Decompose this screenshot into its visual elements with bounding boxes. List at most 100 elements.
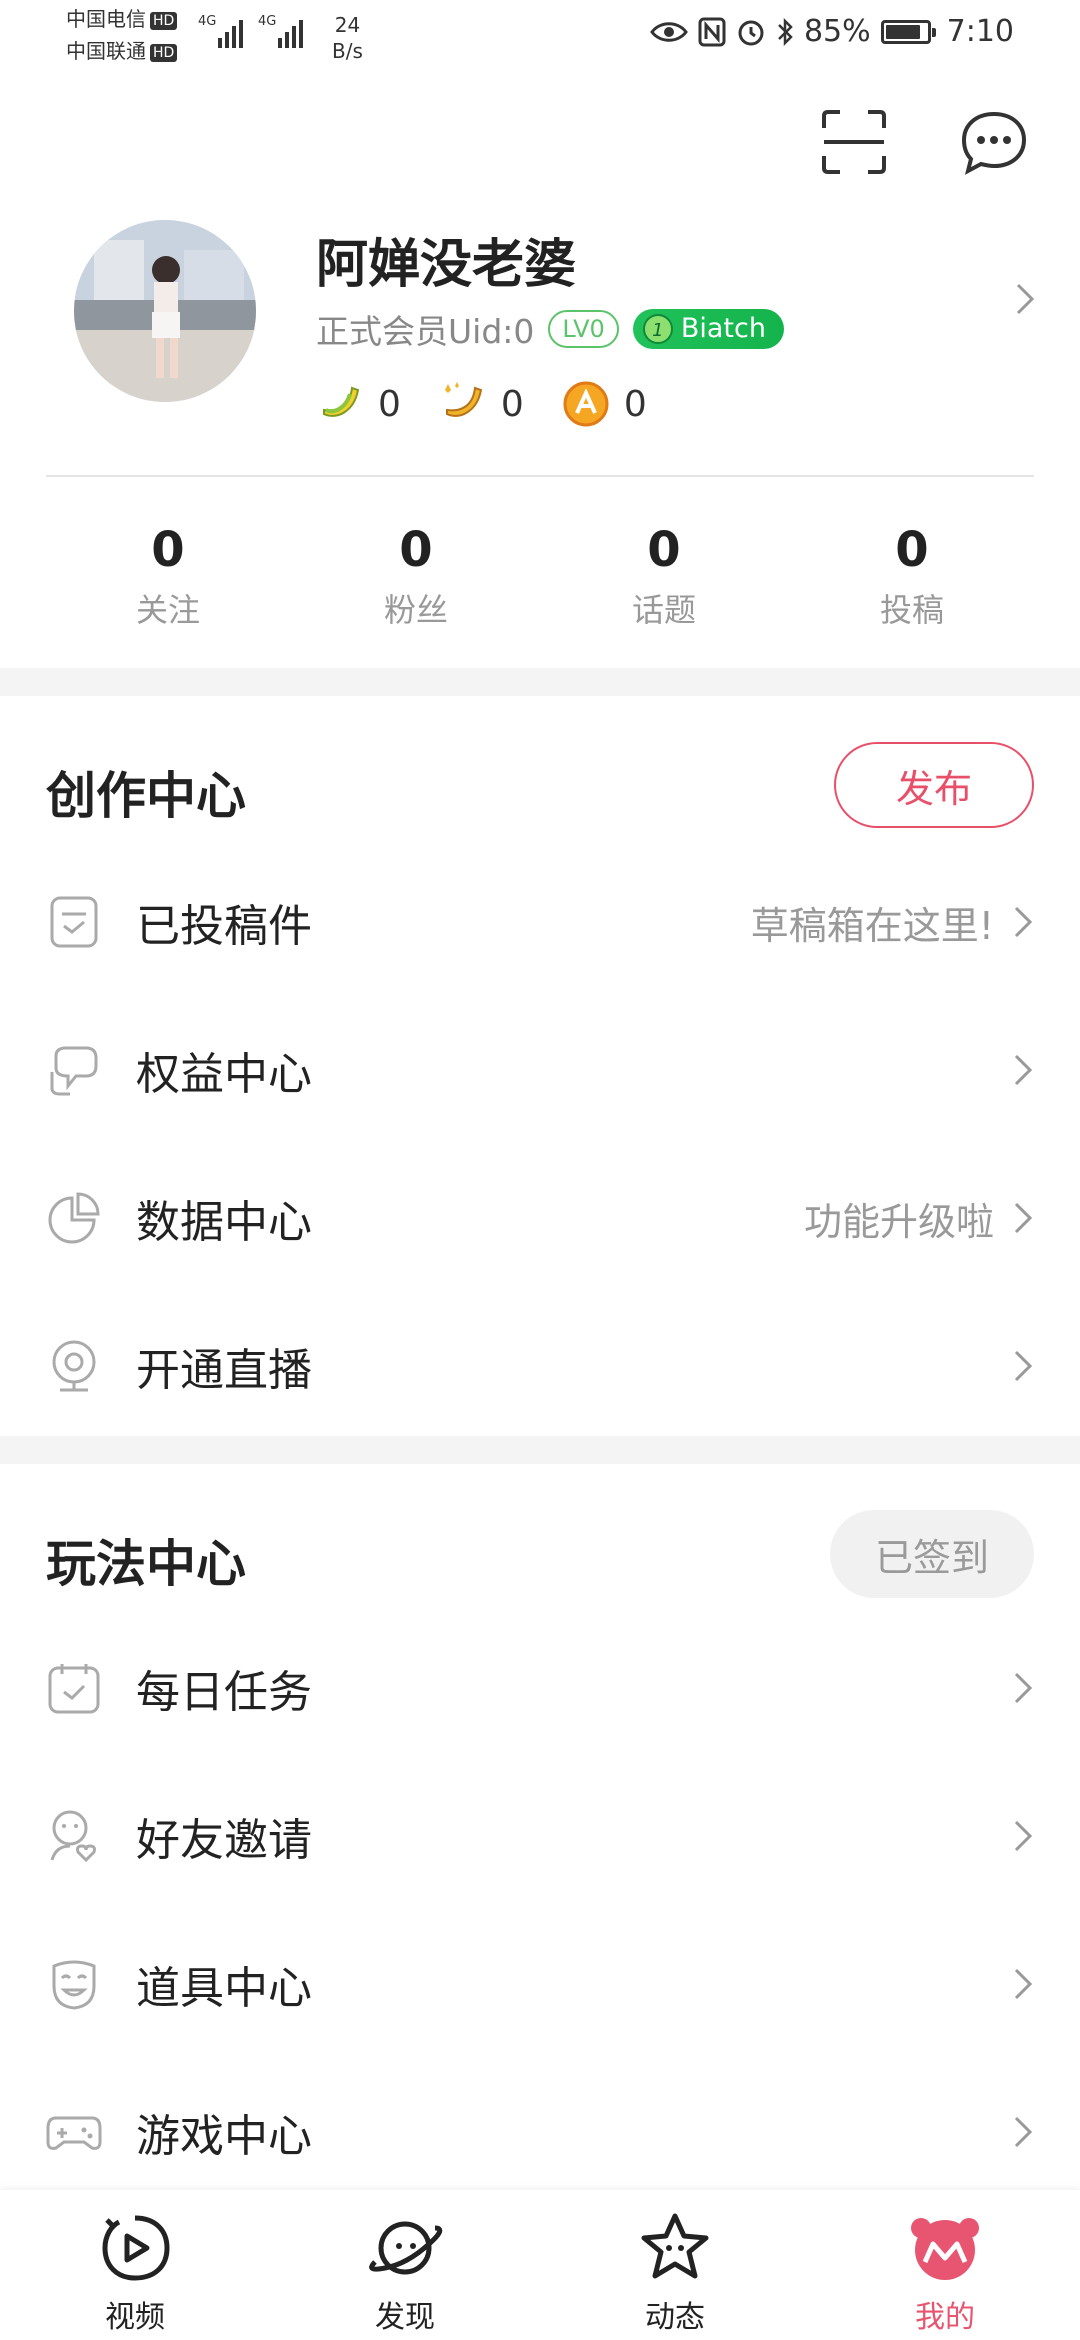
document-icon — [50, 896, 98, 948]
friend-invite-icon — [50, 1810, 96, 1863]
list-item-start-live[interactable]: 开通直播 — [0, 1292, 1080, 1440]
net-type-1: 4G — [198, 14, 217, 29]
nav-label: 发现 — [375, 2300, 435, 2335]
stat-topics-value: 0 — [647, 522, 681, 578]
coin-balance[interactable]: 0 — [562, 380, 647, 428]
list-item-label: 好友邀请 — [136, 1815, 312, 1866]
stat-submissions-label: 投稿 — [879, 591, 944, 629]
list-item-rights-center[interactable]: 权益中心 — [0, 996, 1080, 1144]
banana-value: 0 — [378, 383, 401, 425]
section-separator — [0, 668, 1080, 696]
star-face-icon — [641, 2213, 709, 2279]
calendar-check-icon — [48, 1664, 100, 1714]
coin-value: 0 — [623, 383, 647, 425]
nav-feed[interactable]: 动态 — [540, 2190, 810, 2340]
golden-banana-value: 0 — [500, 383, 524, 425]
stat-submissions[interactable]: 0 投稿 — [788, 520, 1036, 632]
chevron-right-icon — [1014, 1202, 1033, 1234]
stat-fans[interactable]: 0 粉丝 — [292, 520, 540, 632]
creation-center-title: 创作中心 — [46, 767, 246, 825]
stat-topics-label: 话题 — [631, 591, 696, 629]
currency-row: 0 0 0 — [316, 380, 647, 428]
clock: 7:10 — [946, 14, 1014, 49]
signal-1-icon — [218, 20, 243, 48]
gamepad-icon — [46, 2116, 102, 2150]
pie-chart-icon — [48, 1192, 100, 1244]
banana-icon — [323, 386, 360, 417]
scan-icon[interactable] — [820, 108, 888, 176]
mine-icon — [911, 2218, 979, 2280]
list-item-label: 每日任务 — [136, 1667, 312, 1718]
planet-icon — [369, 2221, 443, 2275]
avatar[interactable] — [74, 220, 256, 402]
list-item-label: 数据中心 — [136, 1197, 312, 1248]
signed-in-button[interactable]: 已签到 — [830, 1510, 1034, 1598]
stat-following[interactable]: 0 关注 — [44, 520, 292, 632]
eye-icon — [650, 21, 688, 42]
member-uid: 正式会员Uid:0 — [316, 312, 535, 351]
publish-button[interactable]: 发布 — [834, 742, 1034, 828]
signal-2-icon — [278, 20, 303, 48]
list-item-label: 已投稿件 — [136, 901, 312, 952]
chevron-right-icon — [1014, 1820, 1033, 1852]
list-item-daily-tasks[interactable]: 每日任务 — [0, 1614, 1080, 1762]
net-type-2: 4G — [258, 14, 277, 29]
list-item-data-center[interactable]: 数据中心 功能升级啦 — [0, 1144, 1080, 1292]
medal-badge[interactable]: 1 Biatch — [632, 309, 784, 349]
golden-banana-icon — [444, 382, 483, 417]
list-item-label: 开通直播 — [136, 1345, 312, 1396]
member-info: 正式会员Uid:0 LV0 1 Biatch — [316, 305, 784, 353]
nav-label: 动态 — [645, 2300, 705, 2335]
video-play-icon — [102, 2215, 170, 2281]
nav-video[interactable]: 视频 — [0, 2190, 270, 2340]
message-icon[interactable] — [960, 108, 1028, 176]
list-item-label: 权益中心 — [136, 1049, 312, 1100]
chevron-right-icon — [1014, 906, 1033, 938]
list-item-game-center[interactable]: 游戏中心 — [0, 2058, 1080, 2206]
nav-discover[interactable]: 发现 — [270, 2190, 540, 2340]
status-right: 85% 7:10 — [650, 14, 1014, 49]
network-speed: 24 B/s — [332, 13, 363, 63]
nav-label: 视频 — [105, 2300, 165, 2335]
chevron-right-icon — [1014, 1968, 1033, 2000]
stat-topics[interactable]: 0 话题 — [540, 520, 788, 632]
battery-icon — [880, 19, 936, 44]
profile-chevron-icon[interactable] — [1014, 282, 1036, 316]
avatar-photo — [74, 220, 256, 402]
nfc-icon — [698, 17, 726, 46]
username: 阿婵没老婆 — [316, 235, 577, 295]
stat-following-value: 0 — [151, 522, 185, 578]
battery-percent: 85% — [803, 14, 871, 49]
medal-name: Biatch — [680, 313, 766, 344]
medal-coin-icon: 1 — [642, 314, 673, 344]
section-separator — [0, 1436, 1080, 1464]
mask-icon — [52, 1960, 96, 2010]
golden-banana-balance[interactable]: 0 — [439, 380, 524, 428]
rights-icon — [50, 1046, 98, 1096]
webcam-icon — [52, 1340, 96, 1392]
list-item-friend-invite[interactable]: 好友邀请 — [0, 1762, 1080, 1910]
nav-mine[interactable]: 我的 — [810, 2190, 1080, 2340]
alarm-icon — [738, 20, 764, 45]
bottom-nav: 视频 发现 动态 我的 — [0, 2190, 1080, 2340]
drafts-hint: 草稿箱在这里! — [750, 903, 994, 948]
chevron-right-icon — [1014, 1054, 1033, 1086]
list-item-label: 游戏中心 — [136, 2111, 312, 2162]
profile-divider — [46, 475, 1034, 477]
list-item-props-center[interactable]: 道具中心 — [0, 1910, 1080, 2058]
carrier-1: 中国电信 HD — [66, 4, 178, 34]
stat-fans-label: 粉丝 — [383, 591, 448, 629]
bluetooth-icon — [778, 17, 793, 46]
stat-following-label: 关注 — [135, 591, 200, 629]
list-item-submissions[interactable]: 已投稿件 草稿箱在这里! — [0, 848, 1080, 996]
carrier-2: 中国联通 HD — [66, 36, 178, 66]
chevron-right-icon — [1014, 2116, 1033, 2148]
stats-row: 0 关注 0 粉丝 0 话题 0 投稿 — [0, 520, 1080, 632]
battery-fill — [885, 24, 920, 39]
upgrade-hint: 功能升级啦 — [803, 1199, 994, 1244]
play-center-title: 玩法中心 — [46, 1535, 246, 1593]
chevron-right-icon — [1014, 1350, 1033, 1382]
chevron-right-icon — [1014, 1672, 1033, 1704]
level-badge[interactable]: LV0 — [548, 310, 619, 348]
banana-balance[interactable]: 0 — [316, 380, 401, 428]
